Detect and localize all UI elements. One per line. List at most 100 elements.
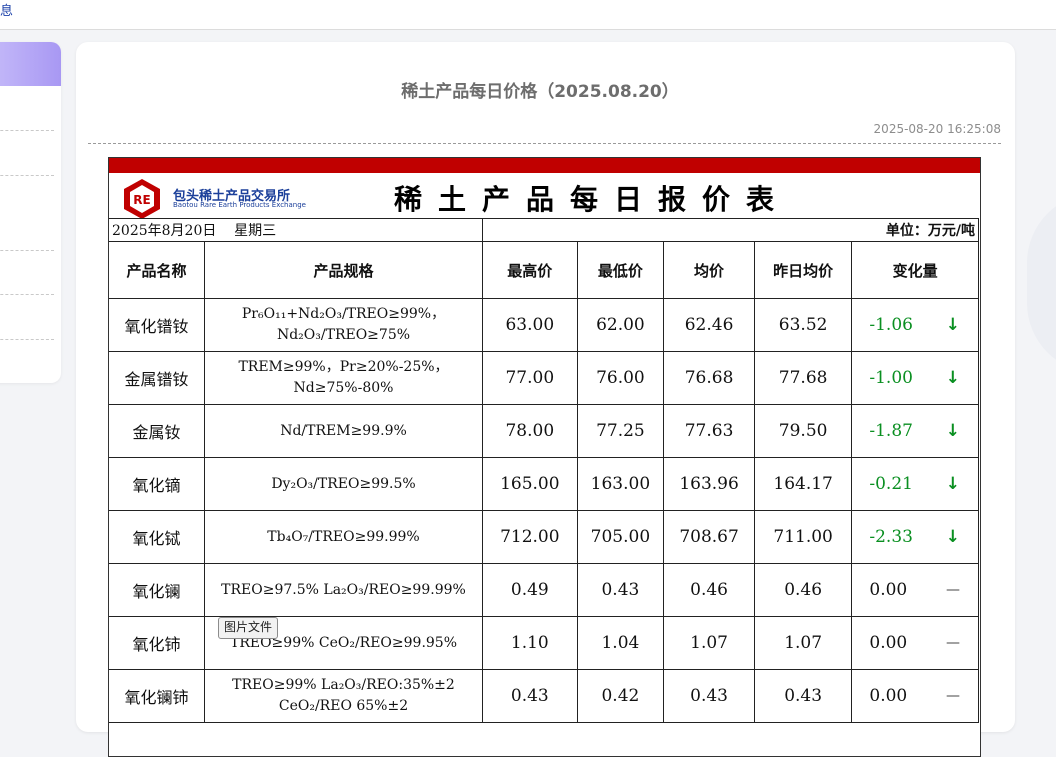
price-change: -1.00 ↓ — [851, 351, 979, 405]
table-row: 氧化镧铈 TREO≥99% La₂O₃/REO:35%±2 CeO₂/REO 65%… — [109, 669, 979, 723]
col-header-low: 最低价 — [576, 241, 665, 299]
low-price: 0.43 — [576, 563, 665, 617]
col-header-change: 变化量 — [851, 241, 979, 299]
report-date: 2025年8月20日 — [112, 223, 217, 239]
table-row: 氧化铽 Tb₄O₇/TREO≥99.99% 712.00 705.00 708.67 71… — [109, 510, 979, 564]
col-header-high: 最高价 — [482, 241, 578, 299]
spec-line: Nd≥75%-80% — [293, 380, 394, 396]
low-price: 1.04 — [576, 616, 665, 670]
product-spec: TREO≥99% La₂O₃/REO:35%±2 CeO₂/REO 65%±2 — [203, 669, 484, 723]
change-value: 0.00 — [869, 633, 908, 653]
top-bar: 息 — [0, 0, 1056, 30]
spec-line: Pr₆O₁₁+Nd₂O₃/TREO≥99%， — [241, 306, 446, 322]
price-change: 0.00 — — [851, 616, 979, 670]
high-price: 78.00 — [482, 404, 578, 458]
change-value: -1.06 — [869, 315, 913, 335]
avg-price: 708.67 — [663, 510, 755, 564]
avg-price: 77.63 — [663, 404, 755, 458]
change-value: 0.00 — [869, 686, 908, 706]
low-price: 62.00 — [576, 298, 665, 352]
avg-price: 0.46 — [663, 563, 755, 617]
product-spec: TREM≥99%，Pr≥20%-25%， Nd≥75%-80% — [203, 351, 484, 405]
arrow-down-icon: ↓ — [945, 315, 960, 335]
dash-icon: — — [946, 688, 960, 704]
prev-avg-price: 63.52 — [753, 298, 853, 352]
avg-price: 62.46 — [663, 298, 755, 352]
sheet-header-bar — [109, 158, 980, 173]
spec-line: Nd₂O₃/TREO≥75% — [276, 327, 411, 343]
avg-price: 163.96 — [663, 457, 755, 511]
dash-icon: — — [946, 582, 960, 598]
product-name: 氧化镨钕 — [109, 298, 205, 352]
price-change: -2.33 ↓ — [851, 510, 979, 564]
change-value: -0.21 — [869, 474, 913, 494]
unit-cell: 单位：万元/吨 — [482, 218, 979, 242]
prev-avg-price: 1.07 — [753, 616, 853, 670]
change-value: 0.00 — [869, 580, 908, 600]
col-header-spec: 产品规格 — [203, 241, 484, 299]
spec-line: TREM≥99%，Pr≥20%-25%， — [238, 359, 449, 375]
price-sheet-image[interactable]: RE 包头稀土产品交易所 Baotou Rare Earth Products … — [108, 157, 981, 757]
product-name: 金属镨钕 — [109, 351, 205, 405]
arrow-down-icon: ↓ — [945, 421, 960, 441]
col-header-prev: 昨日均价 — [753, 241, 853, 299]
sidebar-divider — [0, 294, 54, 295]
high-price: 0.43 — [482, 669, 578, 723]
price-change: -1.87 ↓ — [851, 404, 979, 458]
high-price: 0.49 — [482, 563, 578, 617]
header-row: 产品名称 产品规格 最高价 最低价 均价 昨日均价 变化量 — [109, 241, 979, 299]
prev-avg-price: 164.17 — [753, 457, 853, 511]
exchange-logo: RE 包头稀土产品交易所 Baotou Rare Earth Products … — [121, 178, 316, 219]
high-price: 77.00 — [482, 351, 578, 405]
price-table: 2025年8月20日 星期三 单位：万元/吨 产品名称 产品规格 最高价 最低价… — [109, 218, 979, 723]
page-title: 稀土产品每日价格（2025.08.20） — [401, 82, 679, 102]
low-price: 163.00 — [576, 457, 665, 511]
prev-avg-price: 0.46 — [753, 563, 853, 617]
low-price: 0.42 — [576, 669, 665, 723]
product-name: 氧化镧 — [109, 563, 205, 617]
logo-mark-text: RE — [133, 193, 150, 207]
sidebar-divider — [0, 130, 54, 131]
product-spec: Dy₂O₃/TREO≥99.5% — [203, 457, 484, 511]
arrow-down-icon: ↓ — [945, 474, 960, 494]
floating-side-button[interactable] — [1027, 193, 1056, 373]
prev-avg-price: 79.50 — [753, 404, 853, 458]
topbar-text[interactable]: 息 — [0, 0, 13, 19]
price-change: 0.00 — — [851, 669, 979, 723]
table-row: 氧化镧 TREO≥97.5% La₂O₃/REO≥99.99% 0.49 0.43 0.… — [109, 563, 979, 617]
table-row: 金属钕 Nd/TREM≥99.9% 78.00 77.25 77.63 79.50 -1.8… — [109, 404, 979, 458]
prev-avg-price: 711.00 — [753, 510, 853, 564]
prev-avg-price: 77.68 — [753, 351, 853, 405]
high-price: 1.10 — [482, 616, 578, 670]
low-price: 705.00 — [576, 510, 665, 564]
low-price: 77.25 — [576, 404, 665, 458]
table-body: 氧化镨钕 Pr₆O₁₁+Nd₂O₃/TREO≥99%， Nd₂O₃/TREO≥75%… — [109, 298, 979, 723]
spec-line: Dy₂O₃/TREO≥99.5% — [271, 475, 416, 492]
product-name: 氧化镝 — [109, 457, 205, 511]
table-row: 氧化镨钕 Pr₆O₁₁+Nd₂O₃/TREO≥99%， Nd₂O₃/TREO≥75%… — [109, 298, 979, 352]
product-spec: Nd/TREM≥99.9% — [203, 404, 484, 458]
sheet-title: 稀土产品每日报价表 — [394, 183, 791, 216]
avg-price: 0.43 — [663, 669, 755, 723]
dash-icon: — — [946, 635, 960, 651]
logo-english-name: Baotou Rare Earth Products Exchange — [173, 201, 306, 209]
product-spec: TREO≥97.5% La₂O₃/REO≥99.99% — [203, 563, 484, 617]
avg-price: 76.68 — [663, 351, 755, 405]
title-divider — [88, 143, 1001, 144]
arrow-down-icon: ↓ — [945, 368, 960, 388]
change-value: -1.87 — [869, 421, 913, 441]
re-logo-icon: RE — [124, 179, 160, 219]
product-name: 氧化镧铈 — [109, 669, 205, 723]
product-name: 氧化铽 — [109, 510, 205, 564]
high-price: 712.00 — [482, 510, 578, 564]
publish-timestamp: 2025-08-20 16:25:08 — [873, 122, 1001, 136]
spec-line: Nd/TREM≥99.9% — [280, 422, 407, 439]
table-row: 氧化镝 Dy₂O₃/TREO≥99.5% 165.00 163.00 163.96 164… — [109, 457, 979, 511]
date-row: 2025年8月20日 星期三 单位：万元/吨 — [109, 218, 979, 242]
high-price: 63.00 — [482, 298, 578, 352]
spec-line: Tb₄O₇/TREO≥99.99% — [267, 528, 420, 545]
spec-line: TREO≥97.5% La₂O₃/REO≥99.99% — [221, 581, 466, 598]
change-value: -2.33 — [869, 527, 913, 547]
sidebar-divider — [0, 175, 54, 176]
price-change: 0.00 — — [851, 563, 979, 617]
